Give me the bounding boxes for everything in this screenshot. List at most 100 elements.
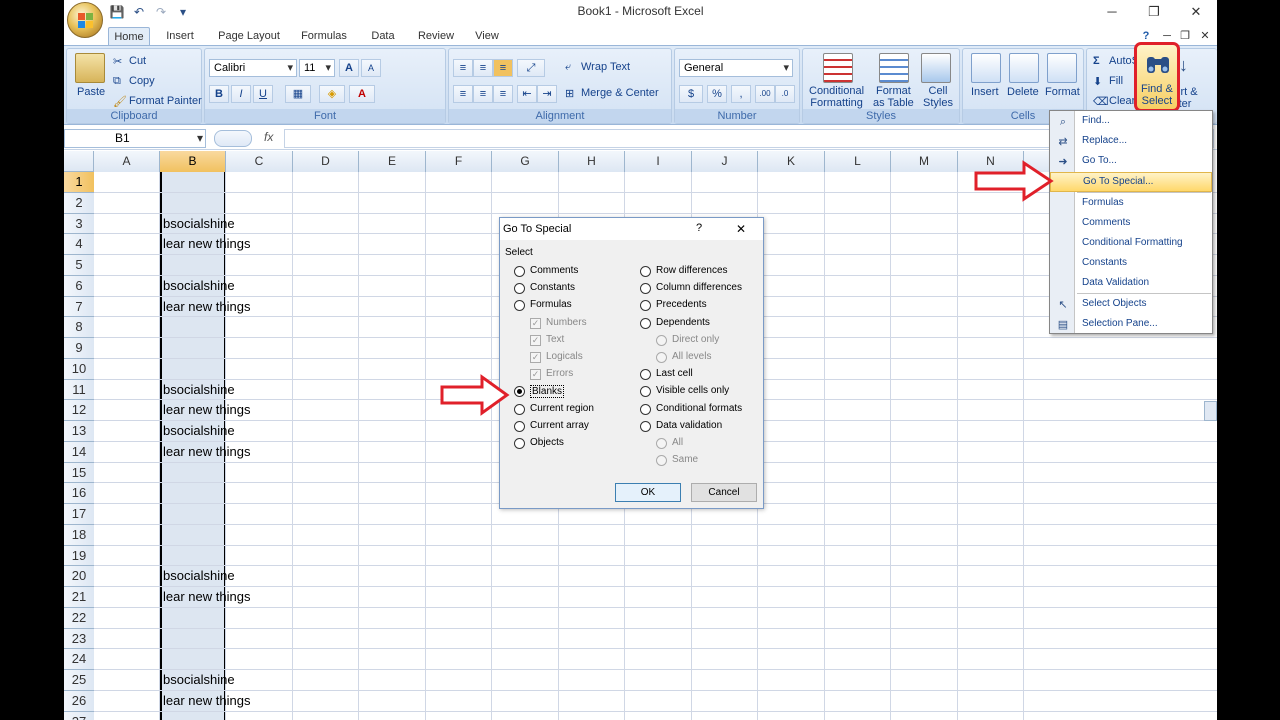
radio-last-cell[interactable] — [640, 369, 651, 381]
align-top-icon[interactable]: ≡ — [453, 59, 473, 77]
decrease-indent-icon[interactable]: ⇤ — [517, 85, 537, 103]
column-header-c[interactable]: C — [226, 151, 293, 172]
row-header-21[interactable]: 21 — [64, 587, 94, 608]
close-button[interactable]: ✕ — [1176, 2, 1216, 22]
row-header-7[interactable]: 7 — [64, 296, 94, 318]
menu-item-constants[interactable]: Constants — [1050, 254, 1212, 274]
radio-precedents[interactable] — [640, 300, 651, 312]
format-as-table-icon[interactable] — [879, 53, 909, 83]
radio-current-region[interactable] — [514, 403, 525, 415]
borders-icon[interactable]: ▦ — [285, 85, 311, 103]
row-header-9[interactable]: 9 — [64, 338, 94, 359]
radio-comments[interactable] — [514, 266, 525, 277]
fill-color-icon[interactable]: ◈ — [319, 85, 345, 103]
radio-row-differences[interactable] — [640, 266, 651, 277]
column-header-e[interactable]: E — [359, 151, 426, 172]
grow-font-button[interactable]: A — [339, 59, 359, 77]
row-header-14[interactable]: 14 — [64, 441, 94, 463]
menu-item-go-to[interactable]: ➜ Go To... — [1050, 152, 1212, 172]
delete-button[interactable]: Delete — [1007, 86, 1039, 98]
menu-item-select-objects[interactable]: ↖ Select Objects — [1050, 295, 1212, 315]
insert-cells-icon[interactable] — [971, 53, 1001, 83]
row-header-12[interactable]: 12 — [64, 400, 94, 421]
tab-review[interactable]: Review — [414, 27, 458, 46]
decrease-decimal-button[interactable]: .0 — [775, 85, 795, 103]
row-header-8[interactable]: 8 — [64, 317, 94, 338]
option-label-blanks[interactable]: Blanks — [530, 385, 565, 399]
wrap-text-button[interactable]: Wrap Text — [581, 61, 630, 73]
column-header-k[interactable]: K — [758, 151, 825, 172]
option-label-visible-cells-only[interactable]: Visible cells only — [656, 385, 729, 396]
row-header-4[interactable]: 4 — [64, 234, 94, 255]
ribbon-restore-icon[interactable]: ❐ — [1178, 27, 1192, 46]
format-painter-icon[interactable]: 🖌 — [113, 95, 127, 108]
percent-button[interactable]: % — [707, 85, 727, 103]
option-label-current-array[interactable]: Current array — [530, 420, 589, 431]
column-header-i[interactable]: I — [625, 151, 692, 172]
row-header-16[interactable]: 16 — [64, 483, 94, 504]
row-header-1[interactable]: 1 — [64, 172, 94, 193]
merge-icon[interactable]: ⊞ — [565, 87, 574, 100]
row-header-27[interactable]: 27 — [64, 711, 94, 720]
currency-button[interactable]: $ — [679, 85, 703, 103]
row-header-10[interactable]: 10 — [64, 358, 94, 380]
increase-decimal-button[interactable]: .00 — [755, 85, 775, 103]
menu-item-replace[interactable]: ⇄ Replace... — [1050, 132, 1212, 152]
font-size-select[interactable]: 11 ▾ — [299, 59, 335, 77]
align-center-icon[interactable]: ≡ — [473, 85, 493, 103]
cut-button[interactable]: Cut — [129, 55, 146, 67]
comma-button[interactable]: , — [731, 85, 751, 103]
row-header-5[interactable]: 5 — [64, 255, 94, 276]
radio-blanks[interactable] — [514, 386, 525, 398]
vertical-scrollbar-thumb[interactable] — [1204, 401, 1217, 421]
tab-view[interactable]: View — [470, 27, 504, 46]
menu-item-go-to-special[interactable]: Go To Special... — [1050, 172, 1212, 192]
minimize-button[interactable]: ─ — [1092, 2, 1132, 22]
row-header-24[interactable]: 24 — [64, 649, 94, 670]
format-as-table-button[interactable]: Format as Table — [873, 85, 914, 109]
option-label-row-differences[interactable]: Row differences — [656, 265, 728, 276]
format-button[interactable]: Format — [1045, 86, 1080, 98]
option-label-last-cell[interactable]: Last cell — [656, 368, 693, 379]
row-header-20[interactable]: 20 — [64, 566, 94, 587]
menu-item-formulas[interactable]: Formulas — [1050, 194, 1212, 214]
align-bottom-icon[interactable]: ≡ — [493, 59, 513, 77]
cell-styles-icon[interactable] — [921, 53, 951, 83]
eraser-icon[interactable]: ⌫ — [1093, 95, 1109, 108]
menu-item-conditional-formatting[interactable]: Conditional Formatting — [1050, 234, 1212, 254]
office-button[interactable] — [67, 2, 103, 38]
row-header-11[interactable]: 11 — [64, 379, 94, 401]
option-label-dependents[interactable]: Dependents — [656, 317, 710, 328]
option-label-data-validation[interactable]: Data validation — [656, 420, 722, 431]
dialog-close-button[interactable]: ✕ — [736, 222, 746, 236]
option-label-column-differences[interactable]: Column differences — [656, 282, 742, 293]
column-header-l[interactable]: L — [825, 151, 891, 172]
format-cells-icon[interactable] — [1047, 53, 1077, 83]
fill-icon[interactable]: ⬇ — [1093, 75, 1102, 88]
tab-formulas[interactable]: Formulas — [296, 27, 352, 46]
paste-button[interactable]: Paste — [77, 86, 105, 98]
align-right-icon[interactable]: ≡ — [493, 85, 513, 103]
row-header-22[interactable]: 22 — [64, 607, 94, 629]
cell-b13[interactable]: bsocialshine — [163, 423, 235, 438]
tab-page-layout[interactable]: Page Layout — [214, 27, 284, 46]
restore-button[interactable]: ❐ — [1134, 2, 1174, 22]
option-label-objects[interactable]: Objects — [530, 437, 564, 448]
font-color-button[interactable]: A — [349, 85, 375, 103]
delete-cells-icon[interactable] — [1009, 53, 1039, 83]
copy-icon[interactable]: ⧉ — [113, 75, 121, 88]
cell-b26[interactable]: lear new things — [163, 693, 250, 708]
merge-center-button[interactable]: Merge & Center — [581, 87, 659, 99]
option-label-comments[interactable]: Comments — [530, 265, 578, 276]
column-header-b[interactable]: B — [160, 151, 226, 172]
conditional-formatting-button[interactable]: Conditional Formatting — [809, 85, 864, 109]
copy-button[interactable]: Copy — [129, 75, 155, 87]
radio-visible-cells-only[interactable] — [640, 386, 651, 398]
name-box[interactable]: B1 ▾ — [64, 129, 206, 148]
wrap-text-icon[interactable]: ⤶ — [565, 61, 571, 74]
clear-button[interactable]: Clear — [1109, 95, 1135, 107]
ribbon-close-icon[interactable]: ✕ — [1198, 27, 1212, 46]
option-label-constants[interactable]: Constants — [530, 282, 575, 293]
cell-b25[interactable]: bsocialshine — [163, 672, 235, 687]
option-label-conditional-formats[interactable]: Conditional formats — [656, 403, 742, 414]
